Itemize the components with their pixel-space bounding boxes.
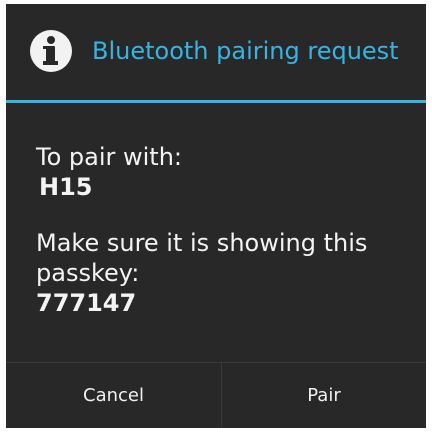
cancel-button[interactable]: Cancel: [6, 363, 221, 428]
device-name: H15: [39, 173, 93, 201]
dialog-message: To pair with: H15 Make sure it is showin…: [36, 142, 406, 318]
pair-button[interactable]: Pair: [222, 363, 426, 428]
passkey-value: 777147: [36, 289, 137, 317]
passkey-instruction-line1: Make sure it is showing this: [36, 229, 368, 257]
dialog-title-bar: Bluetooth pairing request: [6, 4, 426, 100]
info-icon: [30, 30, 72, 72]
dialog-title: Bluetooth pairing request: [92, 37, 399, 65]
pair-with-label: To pair with:: [36, 143, 183, 171]
bluetooth-pairing-dialog: Bluetooth pairing request To pair with: …: [6, 4, 426, 428]
passkey-instruction-line2: passkey:: [36, 259, 140, 287]
title-divider: [6, 100, 426, 103]
